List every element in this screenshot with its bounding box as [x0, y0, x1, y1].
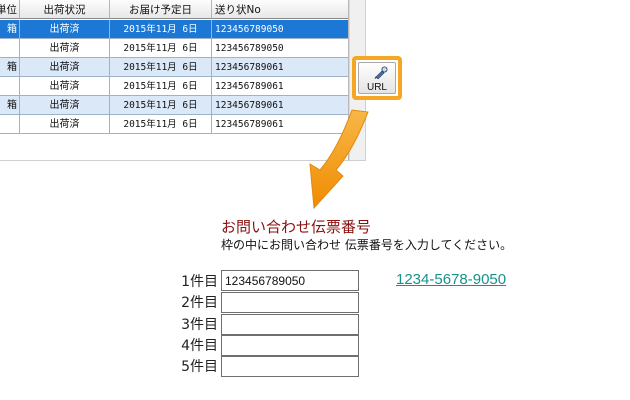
- header-delivery-date[interactable]: お届け予定日: [110, 0, 212, 19]
- cell-unit: [0, 115, 20, 134]
- header-invoice-number[interactable]: 送り状No: [212, 0, 348, 19]
- table-row[interactable]: 出荷済 2015年11月 6日 123456789050: [0, 39, 348, 58]
- cell-invoice: 123456789061: [212, 77, 348, 96]
- invoice-input-2[interactable]: [221, 292, 359, 313]
- cell-unit: 箱: [0, 96, 20, 115]
- cell-date: 2015年11月 6日: [110, 77, 212, 96]
- field-label-4: 4件目: [181, 338, 218, 354]
- curved-down-arrow-icon: [309, 109, 369, 210]
- cell-unit: 箱: [0, 58, 20, 77]
- invoice-input-4[interactable]: [221, 335, 359, 356]
- url-button-label: URL: [366, 82, 387, 93]
- header-unit[interactable]: 単位: [0, 0, 20, 19]
- cell-invoice: 123456789050: [212, 39, 348, 58]
- cell-status: 出荷済: [20, 77, 110, 96]
- cell-status: 出荷済: [20, 20, 110, 39]
- cell-date: 2015年11月 6日: [110, 115, 212, 134]
- cell-unit: [0, 39, 20, 58]
- url-button-face[interactable]: URL: [358, 62, 396, 94]
- cell-status: 出荷済: [20, 96, 110, 115]
- lookup-instruction: 枠の中にお問い合わせ 伝票番号を入力してください。: [221, 238, 513, 252]
- cell-date: 2015年11月 6日: [110, 58, 212, 77]
- field-label-3: 3件目: [181, 317, 218, 333]
- cell-date: 2015年11月 6日: [110, 39, 212, 58]
- link-pen-icon: [374, 66, 388, 79]
- invoice-input-5[interactable]: [221, 356, 359, 377]
- cell-status: 出荷済: [20, 39, 110, 58]
- cell-date: 2015年11月 6日: [110, 20, 212, 39]
- cell-invoice: 123456789050: [212, 20, 348, 39]
- cell-status: 出荷済: [20, 115, 110, 134]
- url-button[interactable]: URL: [352, 56, 402, 100]
- cell-status: 出荷済: [20, 58, 110, 77]
- field-label-1: 1件目: [181, 274, 218, 290]
- tracking-link[interactable]: 1234-5678-9050: [396, 271, 506, 288]
- table-row[interactable]: 箱 出荷済 2015年11月 6日 123456789050: [0, 20, 348, 39]
- table-header-row: 単位 出荷状況 お届け予定日 送り状No: [0, 0, 348, 19]
- header-shipping-status[interactable]: 出荷状況: [20, 0, 110, 19]
- cell-unit: 箱: [0, 20, 20, 39]
- table-row[interactable]: 出荷済 2015年11月 6日 123456789061: [0, 77, 348, 96]
- invoice-input-3[interactable]: [221, 314, 359, 335]
- field-label-2: 2件目: [181, 295, 218, 311]
- cell-unit: [0, 77, 20, 96]
- cell-date: 2015年11月 6日: [110, 96, 212, 115]
- field-label-5: 5件目: [181, 359, 218, 375]
- lookup-title: お問い合わせ伝票番号: [221, 218, 372, 236]
- invoice-input-1[interactable]: [221, 270, 359, 291]
- cell-invoice: 123456789061: [212, 58, 348, 77]
- table-row[interactable]: 箱 出荷済 2015年11月 6日 123456789061: [0, 58, 348, 77]
